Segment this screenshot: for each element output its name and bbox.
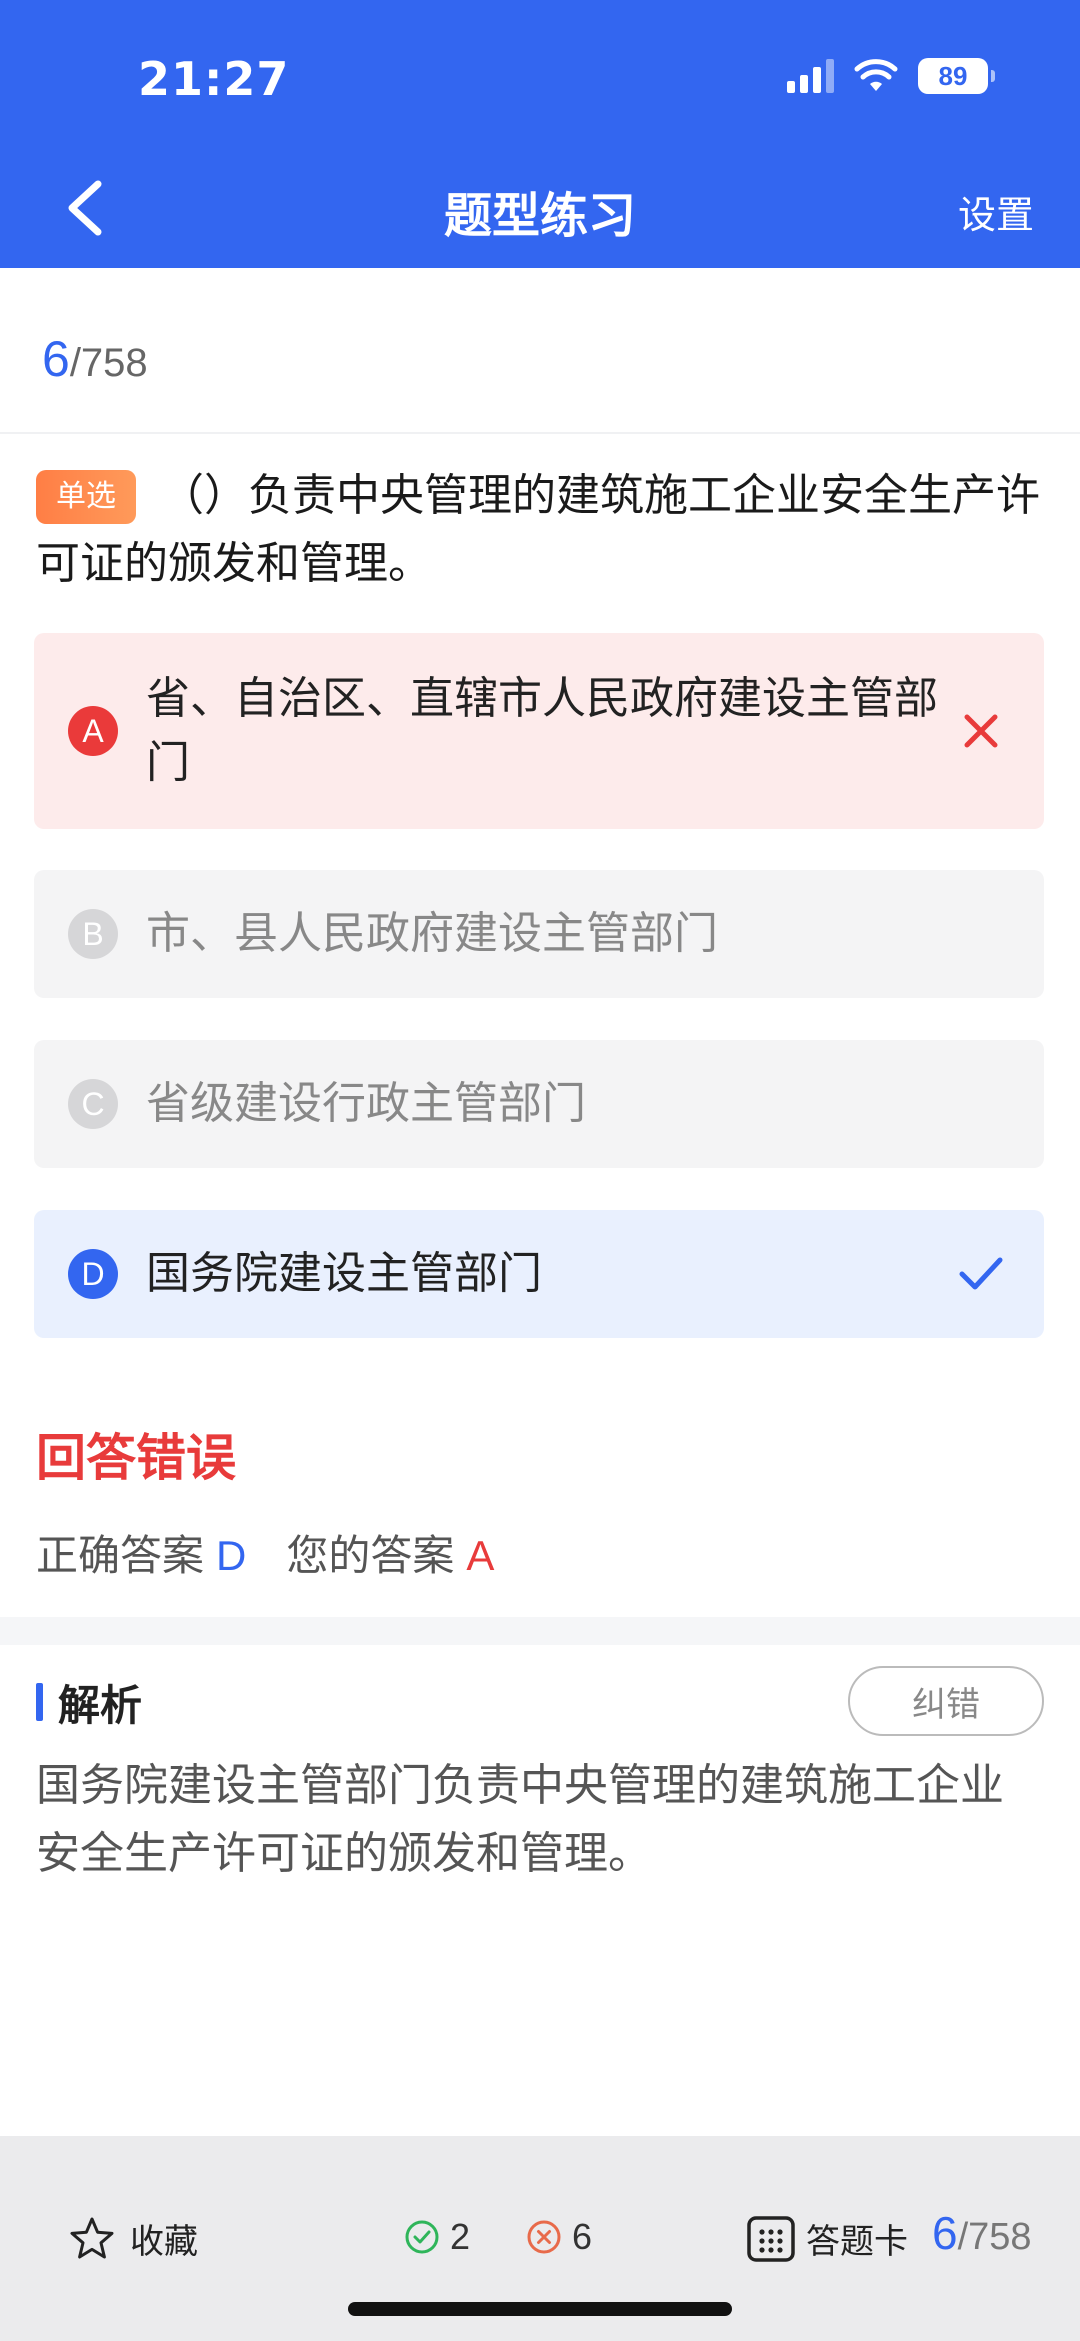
answer-summary: 正确答案 D 您的答案 A [36, 1522, 494, 1583]
option-letter: A [68, 706, 118, 756]
wifi-icon [854, 59, 898, 91]
divider [0, 432, 1080, 434]
bottom-progress: 6/758 [932, 2206, 1032, 2260]
settings-button[interactable]: 设置 [958, 184, 1034, 239]
status-icons: 89 [787, 58, 995, 94]
correct-count: 2 [404, 2216, 470, 2258]
battery-icon: 89 [918, 58, 995, 94]
status-time: 21:27 [138, 52, 290, 106]
bottom-progress-total: /758 [957, 2216, 1032, 2258]
option-text: 市、县人民政府建设主管部门 [146, 908, 718, 959]
star-icon [70, 2217, 114, 2258]
option-a[interactable]: A 省、自治区、直辖市人民政府建设主管部门 [34, 633, 1044, 829]
question-progress: 6/758 [42, 330, 148, 388]
option-letter: D [68, 1249, 118, 1299]
option-text: 省、自治区、直辖市人民政府建设主管部门 [146, 673, 938, 788]
battery-level: 89 [938, 60, 968, 91]
favorite-label: 收藏 [130, 2222, 198, 2262]
close-icon [958, 708, 1004, 754]
progress-current: 6 [42, 331, 70, 387]
option-text: 省级建设行政主管部门 [146, 1078, 586, 1129]
option-c[interactable]: C 省级建设行政主管部门 [34, 1040, 1044, 1168]
analysis-text: 国务院建设主管部门负责中央管理的建筑施工企业安全生产许可证的颁发和管理。 [36, 1760, 1004, 1879]
correct-count-value: 2 [450, 2216, 471, 2257]
progress-total: /758 [69, 341, 148, 385]
correct-answer-label: 正确答案 [36, 1531, 205, 1580]
section-separator [0, 1617, 1080, 1645]
option-d[interactable]: D 国务院建设主管部门 [34, 1210, 1044, 1338]
section-accent-bar [36, 1683, 43, 1721]
option-letter: B [68, 909, 118, 959]
check-circle-icon [405, 2220, 439, 2254]
home-indicator [348, 2302, 732, 2316]
bottom-progress-current: 6 [932, 2207, 958, 2259]
question-type-tag: 单选 [36, 470, 136, 524]
page-title: 题型练习 [443, 188, 636, 244]
cellular-signal-icon [787, 59, 834, 93]
grid-icon [747, 2215, 795, 2262]
correct-answer-value: D [216, 1532, 247, 1579]
x-circle-icon [527, 2220, 561, 2254]
your-answer-value: A [466, 1532, 495, 1579]
favorite-button[interactable]: 收藏 [68, 2214, 198, 2263]
checkmark-icon [958, 1251, 1004, 1297]
result-title: 回答错误 [36, 1429, 236, 1487]
question-stem: 单选 （）负责中央管理的建筑施工企业安全生产许可证的颁发和管理。 [36, 462, 1048, 598]
your-answer-label: 您的答案 [286, 1531, 455, 1580]
app-header: 21:27 89 题型练习 设置 [0, 0, 1080, 268]
option-text: 国务院建设主管部门 [146, 1248, 542, 1299]
analysis-title: 解析 [58, 1681, 143, 1730]
report-error-button[interactable]: 纠错 [848, 1666, 1044, 1736]
answer-card-label: 答题卡 [806, 2222, 908, 2262]
option-letter: C [68, 1079, 118, 1129]
question-text: （）负责中央管理的建筑施工企业安全生产许可证的颁发和管理。 [36, 470, 1040, 589]
wrong-count: 6 [526, 2216, 592, 2258]
option-b[interactable]: B 市、县人民政府建设主管部门 [34, 870, 1044, 998]
answer-card-button[interactable]: 答题卡 [746, 2214, 908, 2263]
wrong-count-value: 6 [572, 2216, 593, 2257]
